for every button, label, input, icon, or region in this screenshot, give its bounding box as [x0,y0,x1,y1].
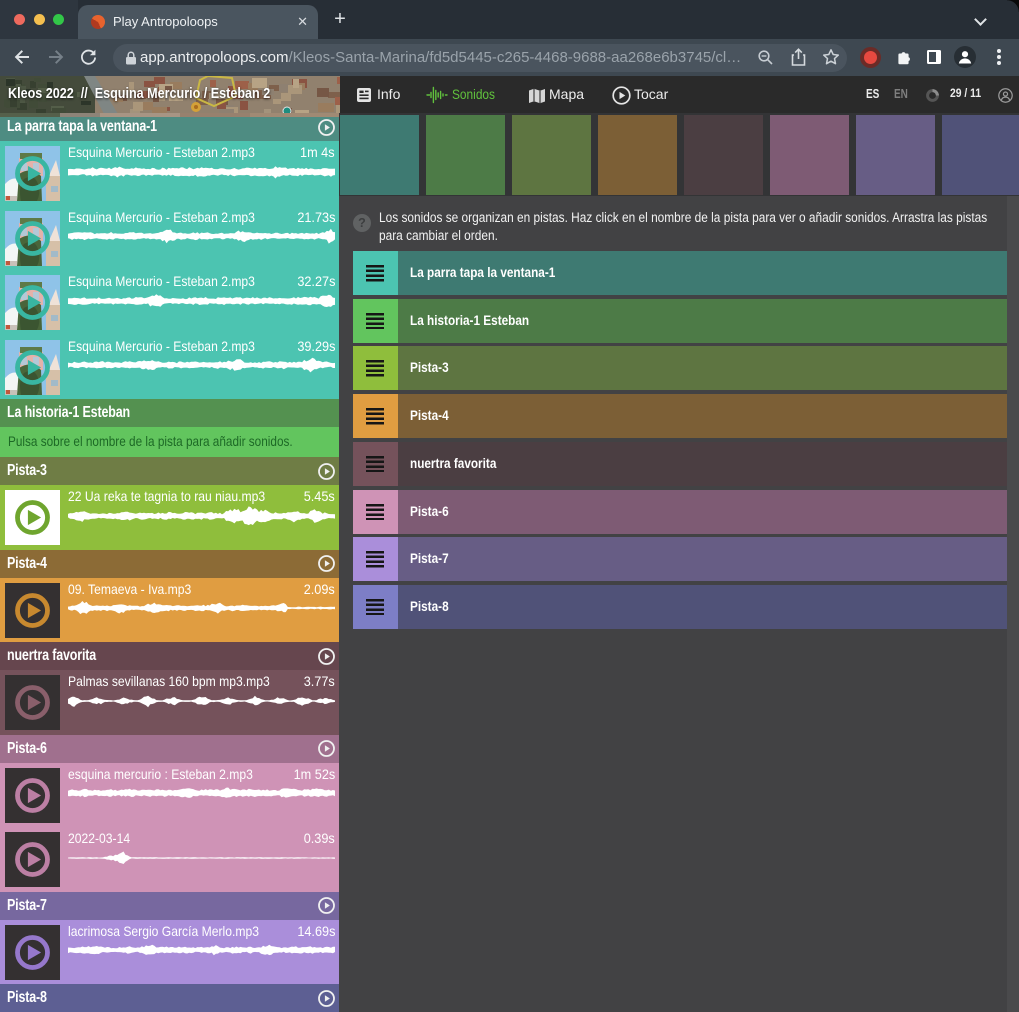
svg-text:?: ? [358,216,366,230]
